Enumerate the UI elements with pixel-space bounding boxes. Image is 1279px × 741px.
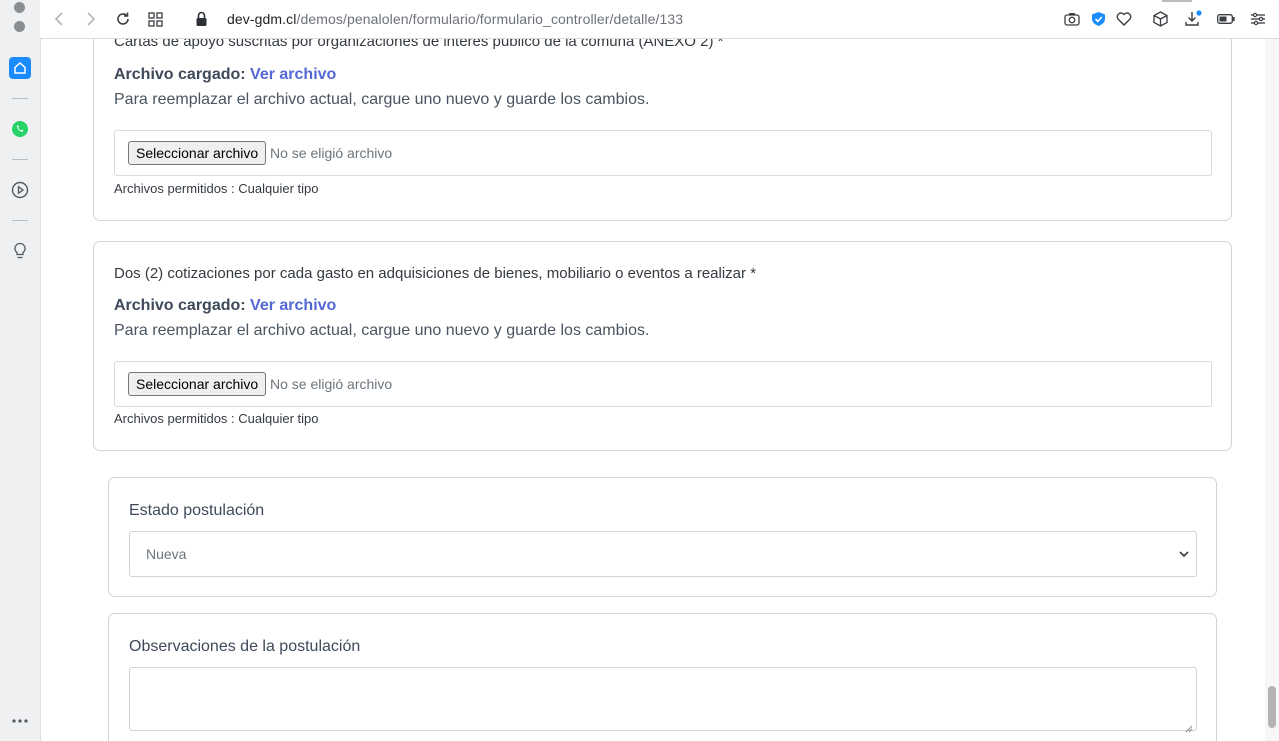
view-file-link[interactable]: Ver archivo [250,66,336,83]
url-host: dev-gdm.cl [227,11,297,27]
file-input[interactable]: Seleccionar archivo No se eligió archivo [114,130,1212,176]
loaded-file-line: Archivo cargado: Ver archivo [114,66,336,84]
observations-label: Observaciones de la postulación [129,638,361,655]
tabs-grid-icon[interactable] [146,10,164,28]
file-upload-card: Cartas de apoyo suscritas por organizaci… [93,39,1232,221]
status-selected-value: Nueva [146,546,187,562]
battery-icon[interactable] [1217,10,1235,28]
scrollbar-thumb[interactable] [1268,686,1276,728]
loaded-label: Archivo cargado: [114,66,246,83]
sidebar-divider [12,220,28,221]
tab-indicator [1162,0,1192,2]
status-card: Estado postulación Nueva [108,477,1217,597]
shield-icon[interactable] [1089,10,1107,28]
page-content: Cartas de apoyo suscritas por organizaci… [40,39,1265,741]
replace-help-text: Para reemplazar el archivo actual, cargu… [114,322,650,339]
url-path: /demos/penalolen/formulario/formulario_c… [296,11,684,27]
loaded-file-line: Archivo cargado: Ver archivo [114,297,336,315]
loaded-label: Archivo cargado: [114,297,246,314]
play-icon[interactable] [9,179,31,201]
window-dot[interactable] [14,2,25,13]
browser-sidebar [0,0,41,741]
select-file-button[interactable]: Seleccionar archivo [128,372,267,396]
heart-icon[interactable] [1115,10,1133,28]
settings-icon[interactable] [1249,10,1267,28]
lock-icon [192,10,210,28]
observations-textarea[interactable] [129,667,1197,731]
status-label: Estado postulación [129,502,265,519]
home-icon[interactable] [9,57,31,79]
browser-toolbar: dev-gdm.cl/demos/penalolen/formulario/fo… [40,0,1279,39]
sidebar-divider [12,98,28,99]
back-icon[interactable] [50,10,68,28]
window-dot[interactable] [14,21,25,32]
sidebar-divider [12,159,28,160]
address-bar[interactable]: dev-gdm.cl/demos/penalolen/formulario/fo… [227,11,683,27]
forward-icon[interactable] [82,10,100,28]
select-file-button[interactable]: Seleccionar archivo [128,141,267,165]
resize-handle-icon[interactable] [1185,720,1214,741]
view-file-link[interactable]: Ver archivo [250,297,336,314]
camera-icon[interactable] [1063,10,1081,28]
status-select[interactable]: Nueva [129,531,1197,577]
page-scrollbar[interactable] [1265,39,1279,741]
allowed-types: Archivos permitidos : Cualquier tipo [114,181,319,196]
file-upload-card: Dos (2) cotizaciones por cada gasto en a… [93,241,1232,451]
reload-icon[interactable] [114,10,132,28]
more-icon[interactable] [9,710,31,732]
chevron-down-icon [1178,547,1190,565]
allowed-types: Archivos permitidos : Cualquier tipo [114,411,319,426]
cube-icon[interactable] [1151,10,1169,28]
replace-help-text: Para reemplazar el archivo actual, cargu… [114,91,650,108]
lightbulb-icon[interactable] [9,240,31,262]
field-title: Dos (2) cotizaciones por cada gasto en a… [114,265,757,282]
field-title: Cartas de apoyo suscritas por organizaci… [114,39,724,50]
file-input[interactable]: Seleccionar archivo No se eligió archivo [114,361,1212,407]
file-status: No se eligió archivo [270,145,393,161]
whatsapp-icon[interactable] [9,118,31,140]
download-icon[interactable] [1184,10,1202,28]
observations-card: Observaciones de la postulación [108,613,1217,741]
file-status: No se eligió archivo [270,376,393,392]
